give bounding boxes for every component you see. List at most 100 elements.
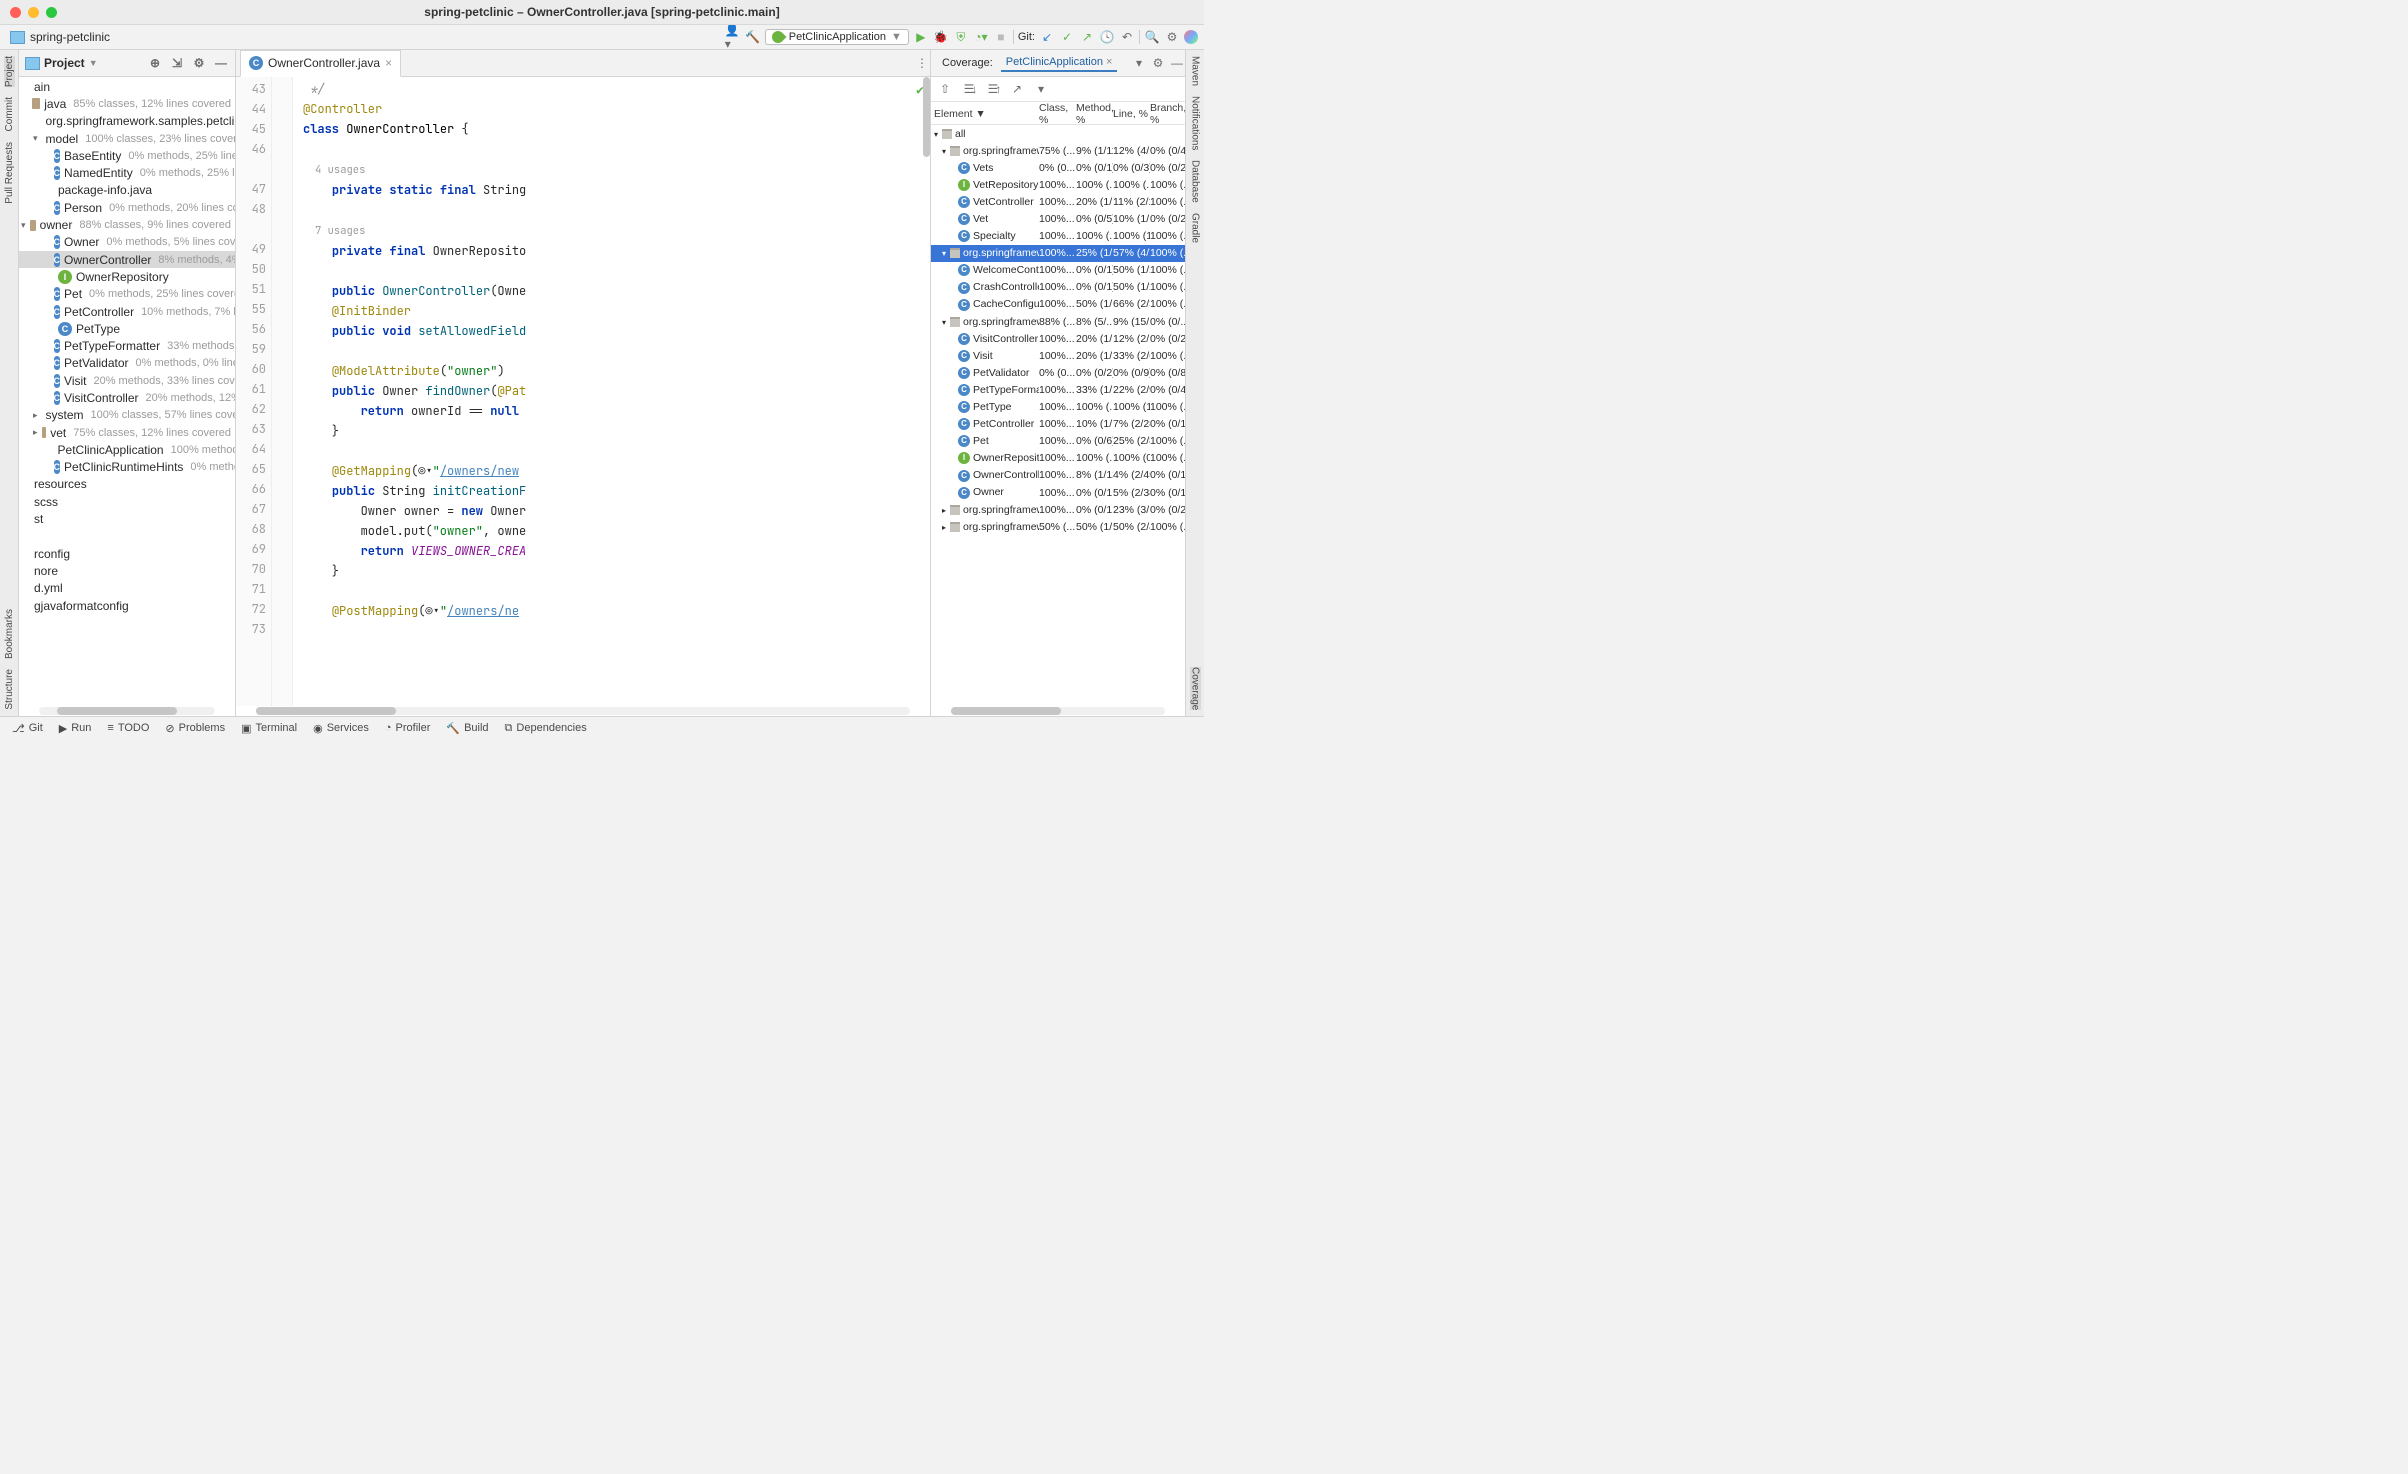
- coverage-row[interactable]: CPetTypeFormatte100%...33% (1/...22% (2/…: [931, 381, 1185, 398]
- coverage-hide-icon[interactable]: —: [1169, 55, 1185, 71]
- tree-node[interactable]: ▸PetClinicApplication100% methods, 100% …: [19, 441, 235, 458]
- status-problems[interactable]: ⊘Problems: [165, 722, 225, 735]
- status-run[interactable]: ▶Run: [59, 722, 92, 735]
- tree-node[interactable]: ▸vet75% classes, 12% lines covered: [19, 424, 235, 441]
- status-services[interactable]: ◉Services: [313, 722, 369, 735]
- vcs-commit-icon[interactable]: ✓: [1059, 29, 1075, 45]
- status-terminal[interactable]: ▣Terminal: [241, 722, 297, 735]
- settings-icon[interactable]: ⚙: [1164, 29, 1180, 45]
- status-profiler[interactable]: ◔Profiler: [385, 722, 431, 734]
- editor-overflow-icon[interactable]: ⋮: [914, 55, 930, 71]
- close-tab-icon[interactable]: ×: [385, 56, 392, 70]
- tree-node[interactable]: ▸CBaseEntity0% methods, 25% lines covere…: [19, 147, 235, 164]
- tree-node[interactable]: ▸CVisitController20% methods, 12% lines …: [19, 389, 235, 406]
- tree-node[interactable]: ▸CPetTypeFormatter33% methods, 22% lines…: [19, 337, 235, 354]
- status-deps[interactable]: ⧉Dependencies: [505, 722, 587, 735]
- tree-node[interactable]: ▸nore: [19, 562, 235, 579]
- coverage-row[interactable]: ▸org.springframeworl50% (...50% (1/...50…: [931, 518, 1185, 535]
- tree-node[interactable]: ▾model100% classes, 23% lines covered: [19, 130, 235, 147]
- coverage-row[interactable]: ▾org.springframeworl100%...25% (1/...57%…: [931, 245, 1185, 262]
- coverage-row[interactable]: IOwnerRepository100%...100% (...100% (0.…: [931, 450, 1185, 467]
- status-todo[interactable]: ≡TODO: [107, 722, 149, 734]
- tree-node[interactable]: ▸CPet0% methods, 25% lines covered: [19, 286, 235, 303]
- editor-tab[interactable]: C OwnerController.java ×: [240, 50, 401, 77]
- product-icon[interactable]: [1184, 30, 1198, 44]
- search-icon[interactable]: 🔍: [1144, 29, 1160, 45]
- nav-up-icon[interactable]: ⇧: [937, 81, 953, 97]
- status-git[interactable]: ⎇Git: [12, 722, 43, 735]
- sidebar-structure[interactable]: Structure: [4, 669, 15, 710]
- coverage-run-icon[interactable]: ⛨: [953, 29, 969, 45]
- sidebar-database[interactable]: Database: [1190, 160, 1201, 203]
- vcs-undo-icon[interactable]: ↶: [1119, 29, 1135, 45]
- close-window[interactable]: [10, 7, 21, 18]
- tree-node[interactable]: ▸resources: [19, 476, 235, 493]
- debug-icon[interactable]: 🐞: [933, 29, 949, 45]
- tree-node[interactable]: ▸scss: [19, 493, 235, 510]
- coverage-row[interactable]: ▾org.springframeworl88% (...8% (5/...9% …: [931, 313, 1185, 330]
- sidebar-project[interactable]: Project: [4, 56, 15, 87]
- flatten2-icon[interactable]: ☰↑: [985, 81, 1001, 97]
- vcs-push-icon[interactable]: ↗: [1079, 29, 1095, 45]
- tree-node[interactable]: ▸CNamedEntity0% methods, 25% lines cover…: [19, 164, 235, 181]
- coverage-row[interactable]: CPetType100%...100% (...100% (1/1)100% (…: [931, 399, 1185, 416]
- coverage-tab[interactable]: PetClinicApplication ×: [1001, 54, 1118, 72]
- coverage-row[interactable]: CPet100%...0% (0/6)25% (2/8)100% (...: [931, 433, 1185, 450]
- coverage-row[interactable]: ▸org.springframeworl100%...0% (0/1...23%…: [931, 501, 1185, 518]
- coverage-row[interactable]: CVetController100%...20% (1/...11% (2/18…: [931, 193, 1185, 210]
- sidebar-bookmarks[interactable]: Bookmarks: [4, 609, 15, 659]
- tree-node[interactable]: ▸package-info.java: [19, 182, 235, 199]
- coverage-row[interactable]: CPetController100%...10% (1/...7% (2/28)…: [931, 416, 1185, 433]
- coverage-row[interactable]: ▾org.springframeworl75% (...9% (1/1112% …: [931, 142, 1185, 159]
- export-icon[interactable]: ↗: [1009, 81, 1025, 97]
- sidebar-coverage[interactable]: Coverage: [1190, 667, 1201, 710]
- editor-scroll-thumb[interactable]: [923, 77, 930, 157]
- tree-node[interactable]: ▸st: [19, 510, 235, 527]
- tree-node[interactable]: ▸CPerson0% methods, 20% lines covered: [19, 199, 235, 216]
- tree-node[interactable]: ▸d.yml: [19, 580, 235, 597]
- coverage-row[interactable]: CSpecialty100%...100% (...100% (1/1)100%…: [931, 228, 1185, 245]
- tree-node[interactable]: ▸CPetController10% methods, 7% lines cov…: [19, 303, 235, 320]
- tree-node[interactable]: ▸IOwnerRepository: [19, 268, 235, 285]
- vcs-history-icon[interactable]: 🕓: [1099, 29, 1115, 45]
- coverage-row[interactable]: IVetRepository100%...100% (...100% (...1…: [931, 176, 1185, 193]
- editor-scroll[interactable]: [236, 706, 930, 716]
- coverage-table[interactable]: ▾all▾org.springframeworl75% (...9% (1/11…: [931, 125, 1185, 706]
- tree-node[interactable]: ▸ain: [19, 78, 235, 95]
- run-config-selector[interactable]: PetClinicApplication ▼: [765, 29, 909, 45]
- tree-node[interactable]: ▸CVisit20% methods, 33% lines covered: [19, 372, 235, 389]
- coverage-row[interactable]: CWelcomeControll100%...0% (0/1)50% (1/2)…: [931, 262, 1185, 279]
- coverage-header[interactable]: Element ▼ Class, % Method, % Line, % Bra…: [931, 102, 1185, 125]
- tree-node[interactable]: ▾owner88% classes, 9% lines covered: [19, 216, 235, 233]
- vcs-pull-icon[interactable]: ↙: [1039, 29, 1055, 45]
- sidebar-maven[interactable]: Maven: [1190, 56, 1201, 86]
- tree-node[interactable]: ▸java85% classes, 12% lines covered: [19, 95, 235, 112]
- coverage-row[interactable]: ▾all: [931, 125, 1185, 142]
- tree-node[interactable]: ▸: [19, 528, 235, 545]
- coverage-row[interactable]: COwnerController100%...8% (1/12)4% (2/45…: [931, 467, 1185, 484]
- tree-node[interactable]: ▸CPetClinicRuntimeHints0% methods, 0% li…: [19, 459, 235, 476]
- coverage-row[interactable]: CVisitController100%...20% (1/...12% (2/…: [931, 330, 1185, 347]
- gutter[interactable]: 43444546 4748 49505155565960616263646566…: [236, 77, 272, 706]
- coverage-row[interactable]: CPetValidator0% (0...0% (0/2)0% (0/9)0% …: [931, 364, 1185, 381]
- coverage-scroll[interactable]: [931, 706, 1185, 716]
- coverage-settings-icon[interactable]: ⚙: [1150, 55, 1166, 71]
- flatten-icon[interactable]: ☰↓: [961, 81, 977, 97]
- locate-icon[interactable]: ⊕: [147, 55, 163, 71]
- minimize-panel-icon[interactable]: —: [213, 55, 229, 71]
- sidebar-pull-requests[interactable]: Pull Requests: [4, 142, 15, 204]
- tree-node[interactable]: ▸CPetType: [19, 320, 235, 337]
- code[interactable]: */@Controllerclass OwnerController { 4 u…: [293, 77, 930, 706]
- tree-node[interactable]: ▸system100% classes, 57% lines covered: [19, 407, 235, 424]
- tree-node[interactable]: ▸rconfig: [19, 545, 235, 562]
- panel-settings-icon[interactable]: ⚙: [191, 55, 207, 71]
- profiler-icon[interactable]: ◔▾: [973, 29, 989, 45]
- status-build[interactable]: 🔨Build: [446, 722, 488, 735]
- filter-icon[interactable]: ▾: [1033, 81, 1049, 97]
- coverage-row[interactable]: CVisit100%...20% (1/...33% (2/6)100% (..…: [931, 347, 1185, 364]
- coverage-row[interactable]: CCrashController100%...0% (0/1)50% (1/2)…: [931, 279, 1185, 296]
- coverage-row[interactable]: CCacheConfigurat100%...50% (1/...66% (2/…: [931, 296, 1185, 313]
- tree-node[interactable]: ▸gjavaformatconfig: [19, 597, 235, 614]
- tree-node[interactable]: ▸COwner0% methods, 5% lines covered: [19, 234, 235, 251]
- tree-node[interactable]: ▸COwnerController8% methods, 4% lines co…: [19, 251, 235, 268]
